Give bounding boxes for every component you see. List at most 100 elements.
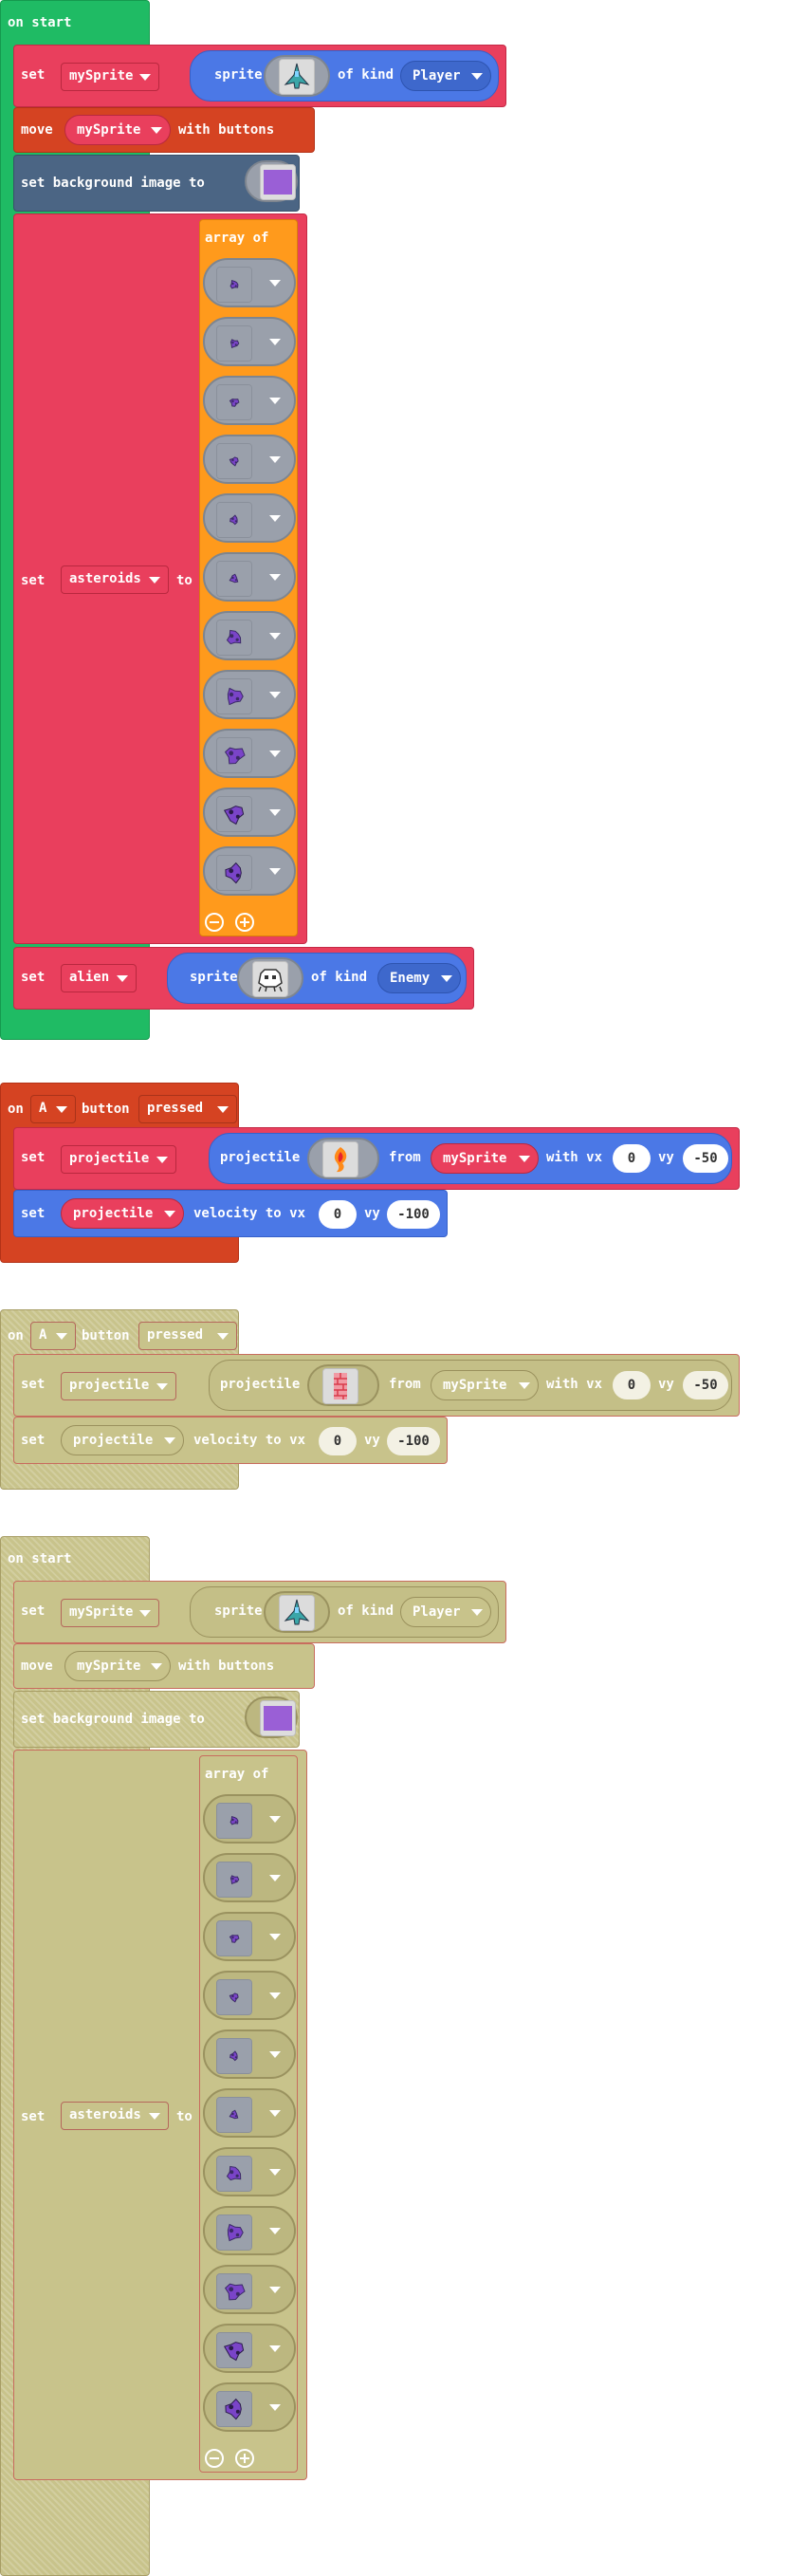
asteroid-11-icon[interactable] (216, 855, 252, 891)
projectile-image-icon[interactable] (322, 1141, 358, 1177)
set-label: set (21, 1603, 46, 1619)
vx-input[interactable]: 0 (613, 1371, 651, 1399)
asteroid-3-icon[interactable] (216, 384, 252, 420)
asteroid-image-slot[interactable] (203, 376, 296, 425)
player-ship-slot[interactable] (264, 1591, 330, 1633)
add-parameter-button[interactable] (334, 120, 353, 139)
button-name-dropdown[interactable]: A (30, 1322, 76, 1350)
projectile-image-slot[interactable] (307, 1364, 379, 1406)
asteroid-image-slot[interactable] (203, 493, 296, 543)
velocity-vx-input[interactable]: 0 (319, 1200, 357, 1229)
asteroid-image-slot[interactable] (203, 317, 296, 366)
asteroid-image-slot[interactable] (203, 2147, 296, 2196)
button-name-dropdown[interactable]: A (30, 1095, 76, 1123)
asteroid-8-icon[interactable] (216, 2215, 252, 2251)
move-variable-dropdown[interactable]: mySprite (64, 1651, 171, 1681)
alien-variable-dropdown[interactable]: alien (61, 964, 137, 992)
alien-slot[interactable] (237, 957, 303, 999)
asteroid-5-icon[interactable] (216, 502, 252, 538)
velocity-variable-dropdown[interactable]: projectile (61, 1198, 184, 1229)
source-sprite-dropdown[interactable]: mySprite (431, 1143, 539, 1174)
asteroid-image-slot[interactable] (203, 1794, 296, 1844)
asteroid-image-slot[interactable] (203, 552, 296, 602)
projectile-image-icon[interactable] (322, 1368, 358, 1404)
source-sprite-dropdown[interactable]: mySprite (431, 1370, 539, 1400)
asteroid-image-slot[interactable] (203, 846, 296, 896)
asteroid-image-slot[interactable] (203, 670, 296, 719)
velocity-vy-input[interactable]: -100 (387, 1427, 440, 1455)
enemy-kind-dropdown[interactable]: Enemy (377, 963, 461, 993)
asteroid-2-icon[interactable] (216, 325, 252, 361)
background-image-icon[interactable] (260, 1700, 296, 1736)
asteroid-image-slot[interactable] (203, 258, 296, 307)
kind-dropdown[interactable]: Player (400, 1597, 491, 1627)
asteroid-image-slot[interactable] (203, 1971, 296, 2020)
asteroid-10-icon[interactable] (216, 796, 252, 832)
chevron-down-icon (149, 2113, 160, 2120)
kind-dropdown[interactable]: Player (400, 61, 491, 91)
asteroid-4-icon[interactable] (216, 1979, 252, 2015)
player-ship-icon[interactable] (279, 59, 315, 95)
asteroid-image-slot[interactable] (203, 2088, 296, 2138)
asteroid-image-slot[interactable] (203, 1853, 296, 1902)
asteroid-2-icon[interactable] (216, 1862, 252, 1898)
add-item-button[interactable] (235, 913, 254, 932)
alien-icon[interactable] (252, 961, 288, 997)
asteroid-image-slot[interactable] (203, 729, 296, 778)
vy-label: vy (364, 1206, 380, 1221)
button-name-dropdown-value: A (39, 1327, 47, 1343)
asteroid-7-icon[interactable] (216, 2156, 252, 2192)
add-parameter-button[interactable] (334, 1656, 353, 1675)
asteroid-image-slot[interactable] (203, 788, 296, 837)
asteroid-11-icon[interactable] (216, 2391, 252, 2427)
background-image-slot[interactable] (245, 160, 298, 202)
player-ship-icon[interactable] (279, 1595, 315, 1631)
vx-input[interactable]: 0 (613, 1144, 651, 1173)
add-item-button[interactable] (235, 2449, 254, 2468)
asteroid-image-slot[interactable] (203, 2382, 296, 2432)
asteroid-1-icon[interactable] (216, 267, 252, 303)
background-image-icon[interactable] (260, 164, 296, 200)
asteroid-image-slot[interactable] (203, 1912, 296, 1961)
asteroid-3-icon[interactable] (216, 1920, 252, 1956)
asteroid-image-slot[interactable] (203, 2265, 296, 2314)
set-label: set (21, 67, 46, 83)
velocity-vy-input[interactable]: -100 (387, 1200, 440, 1229)
sprite-variable-dropdown[interactable]: mySprite (61, 63, 159, 91)
remove-item-button[interactable] (205, 2449, 224, 2468)
asteroids-variable-dropdown[interactable]: asteroids (61, 565, 169, 594)
asteroid-image-slot[interactable] (203, 435, 296, 484)
projectile-variable-dropdown[interactable]: projectile (61, 1145, 176, 1174)
sprite-variable-dropdown[interactable]: mySprite (61, 1599, 159, 1627)
vy-input[interactable]: -50 (683, 1144, 728, 1173)
asteroid-5-icon[interactable] (216, 2038, 252, 2074)
asteroid-1-icon[interactable] (216, 1803, 252, 1839)
player-ship-slot[interactable] (264, 55, 330, 97)
from-label: from (389, 1150, 421, 1165)
projectile-variable-dropdown[interactable]: projectile (61, 1372, 176, 1400)
asteroid-9-icon[interactable] (216, 737, 252, 773)
asteroid-4-icon[interactable] (216, 443, 252, 479)
velocity-vx-input[interactable]: 0 (319, 1427, 357, 1455)
asteroid-6-icon[interactable] (216, 2097, 252, 2133)
background-image-slot[interactable] (245, 1696, 298, 1738)
button-event-dropdown[interactable]: pressed (138, 1322, 237, 1350)
sprite-label: sprite (214, 1603, 263, 1619)
asteroid-10-icon[interactable] (216, 2332, 252, 2368)
velocity-variable-dropdown[interactable]: projectile (61, 1425, 184, 1455)
asteroid-image-slot[interactable] (203, 2324, 296, 2373)
button-event-dropdown-value: pressed (147, 1101, 204, 1116)
asteroids-variable-dropdown[interactable]: asteroids (61, 2102, 169, 2130)
remove-item-button[interactable] (205, 913, 224, 932)
asteroid-7-icon[interactable] (216, 620, 252, 656)
asteroid-9-icon[interactable] (216, 2273, 252, 2309)
projectile-image-slot[interactable] (307, 1138, 379, 1179)
asteroid-image-slot[interactable] (203, 2206, 296, 2255)
asteroid-6-icon[interactable] (216, 561, 252, 597)
vy-input[interactable]: -50 (683, 1371, 728, 1399)
button-event-dropdown[interactable]: pressed (138, 1095, 237, 1123)
asteroid-image-slot[interactable] (203, 611, 296, 660)
asteroid-8-icon[interactable] (216, 678, 252, 714)
asteroid-image-slot[interactable] (203, 2029, 296, 2079)
move-variable-dropdown[interactable]: mySprite (64, 115, 171, 145)
